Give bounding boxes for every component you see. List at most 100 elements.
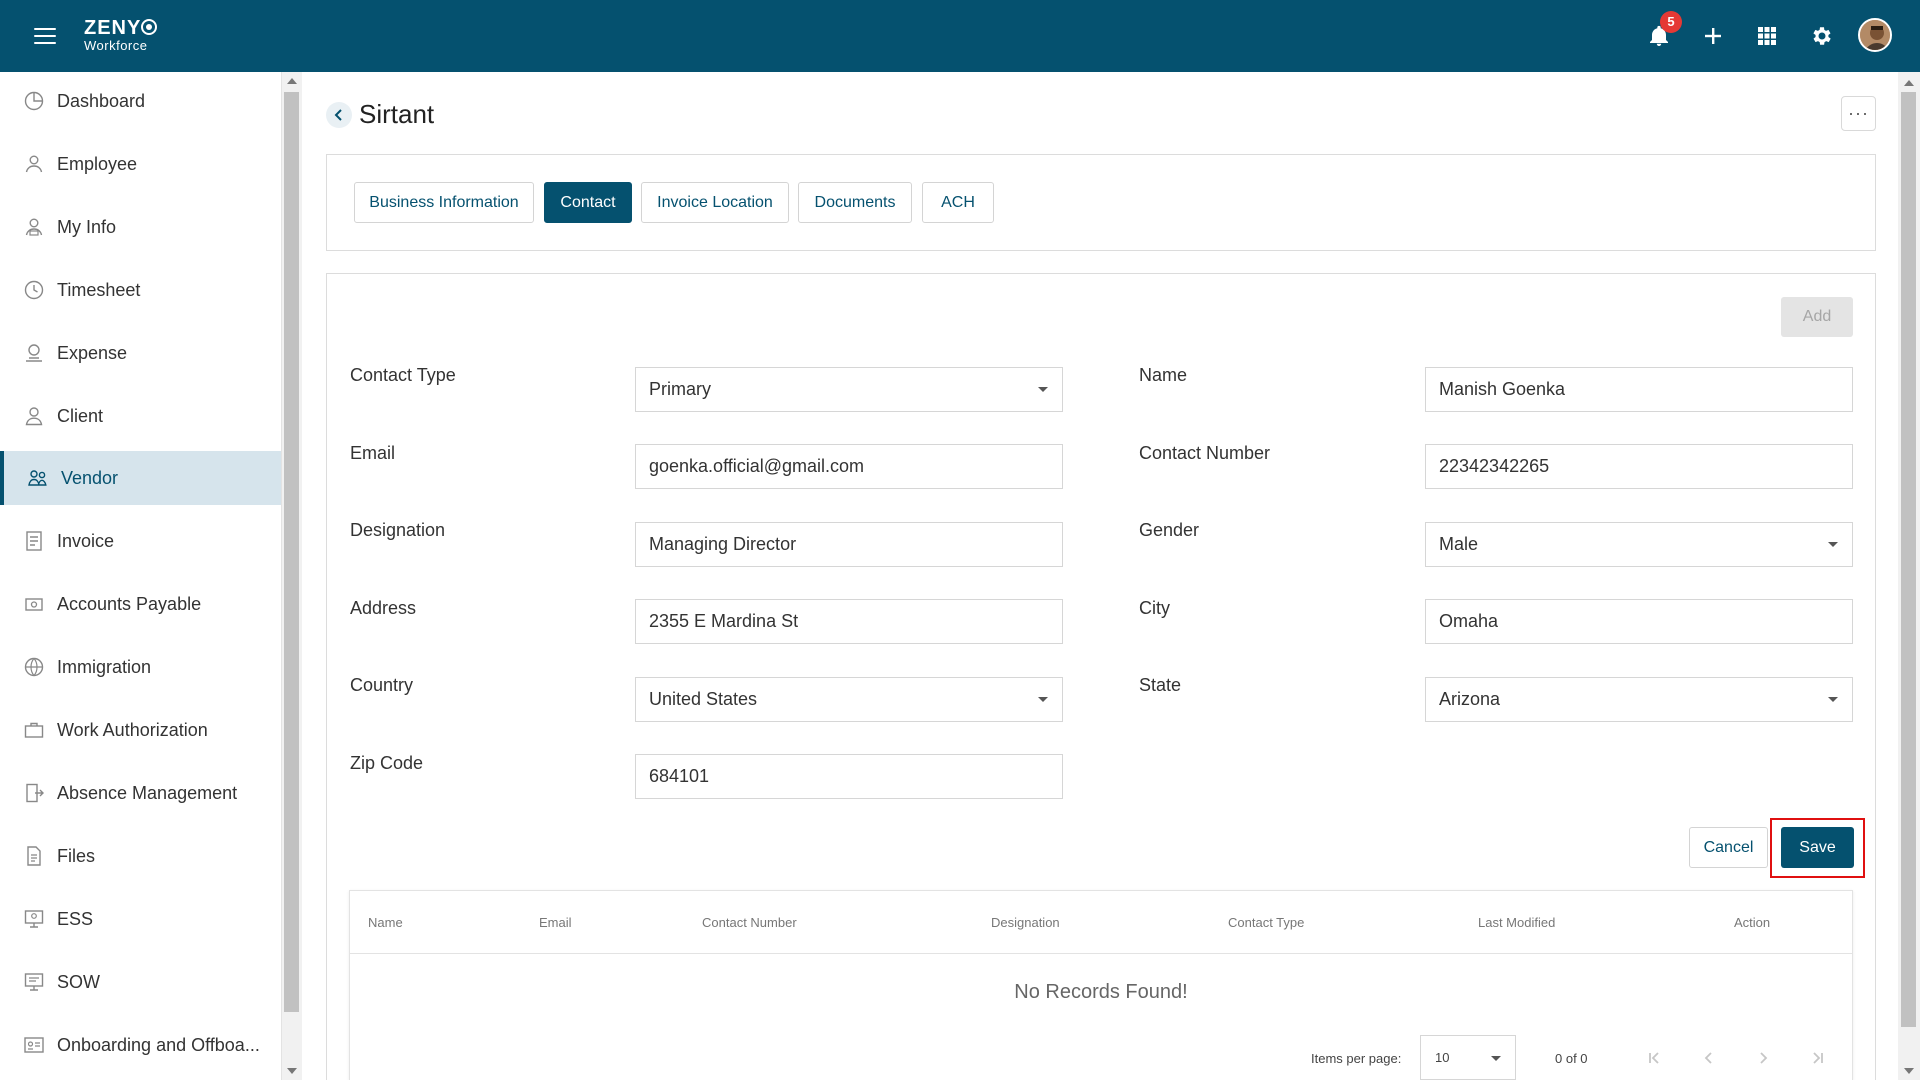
sidebar-item-sow[interactable]: SOW xyxy=(0,955,281,1009)
sidebar-item-vendor[interactable]: Vendor xyxy=(0,451,281,505)
contact-number-label: Contact Number xyxy=(1139,443,1271,463)
sidebar-item-label: My Info xyxy=(57,216,117,237)
top-bar: ZENY Workforce 5 xyxy=(0,0,1920,72)
globe-icon xyxy=(22,655,46,679)
sidebar-item-dashboard[interactable]: Dashboard xyxy=(0,74,281,128)
sidebar-item-label: Work Authorization xyxy=(57,719,208,740)
name-value: Manish Goenka xyxy=(1439,379,1566,399)
address-input[interactable]: 2355 E Mardina St xyxy=(635,599,1063,644)
sidebar-item-label: Absence Management xyxy=(57,782,238,803)
column-header-designation[interactable]: Designation xyxy=(991,915,1060,930)
sidebar-item-timesheet[interactable]: Timesheet xyxy=(0,263,281,317)
sidebar-item-ess[interactable]: ESS xyxy=(0,892,281,946)
gender-select[interactable]: Male xyxy=(1425,522,1853,567)
sidebar-item-invoice[interactable]: Invoice xyxy=(0,514,281,568)
sidebar-item-work-authorization[interactable]: Work Authorization xyxy=(0,703,281,757)
tab-invoice-location[interactable]: Invoice Location xyxy=(641,182,789,223)
file-icon xyxy=(22,844,46,868)
sidebar-item-employee[interactable]: Employee xyxy=(0,137,281,191)
gear-icon[interactable] xyxy=(1807,22,1835,50)
next-page-icon[interactable] xyxy=(1751,1046,1775,1070)
add-button[interactable]: Add xyxy=(1781,297,1853,337)
tab-ach[interactable]: ACH xyxy=(922,182,994,223)
city-label: City xyxy=(1139,598,1170,618)
scroll-down-arrow[interactable] xyxy=(1904,1068,1914,1074)
chevron-down-icon xyxy=(1828,542,1838,547)
sidebar-item-expense[interactable]: Expense xyxy=(0,326,281,380)
name-label: Name xyxy=(1139,365,1188,385)
sidebar-item-label: Employee xyxy=(57,153,138,174)
sidebar-item-label: ESS xyxy=(57,908,94,929)
sidebar-item-immigration[interactable]: Immigration xyxy=(0,640,281,694)
items-per-page-label: Items per page: xyxy=(1311,1051,1402,1066)
column-header-name[interactable]: Name xyxy=(368,915,403,930)
tab-business-information[interactable]: Business Information xyxy=(354,182,534,223)
avatar[interactable] xyxy=(1858,18,1892,52)
designation-value: Managing Director xyxy=(649,534,797,554)
page-title: Sirtant xyxy=(359,99,435,129)
pagination-range: 0 of 0 xyxy=(1555,1051,1588,1066)
sidebar-scroll-thumb[interactable] xyxy=(284,92,299,1012)
brand-logo[interactable]: ZENY Workforce xyxy=(84,18,158,52)
scroll-down-arrow[interactable] xyxy=(287,1068,297,1074)
items-per-page-select[interactable]: 10 xyxy=(1420,1035,1516,1080)
cancel-button[interactable]: Cancel xyxy=(1689,827,1768,868)
scroll-up-arrow[interactable] xyxy=(287,78,297,84)
first-page-icon[interactable] xyxy=(1642,1046,1666,1070)
chevron-left-icon xyxy=(334,109,342,121)
city-input[interactable]: Omaha xyxy=(1425,599,1853,644)
save-button[interactable]: Save xyxy=(1781,827,1854,868)
address-value: 2355 E Mardina St xyxy=(649,611,799,631)
sidebar-item-label: Accounts Payable xyxy=(57,593,202,614)
gender-label: Gender xyxy=(1139,520,1200,540)
plus-icon[interactable] xyxy=(1699,22,1727,50)
header-divider xyxy=(350,953,1852,954)
tab-documents[interactable]: Documents xyxy=(798,182,912,223)
column-header-email[interactable]: Email xyxy=(539,915,572,930)
sidebar-item-label: Onboarding and Offboa... xyxy=(57,1034,260,1055)
page-scroll-thumb[interactable] xyxy=(1901,92,1916,1027)
tab-contact[interactable]: Contact xyxy=(544,182,632,223)
country-select[interactable]: United States xyxy=(635,677,1063,722)
sidebar-scrollbar[interactable] xyxy=(282,72,302,1080)
employee-icon xyxy=(22,152,46,176)
prev-page-icon[interactable] xyxy=(1697,1046,1721,1070)
contact-number-input[interactable]: 22342342265 xyxy=(1425,444,1853,489)
sidebar-item-label: Client xyxy=(57,405,104,426)
email-label: Email xyxy=(350,443,396,463)
sidebar-item-my-info[interactable]: My Info xyxy=(0,200,281,254)
sidebar-item-absence-management[interactable]: Absence Management xyxy=(0,766,281,820)
more-options-button[interactable]: ··· xyxy=(1841,96,1876,131)
chevron-down-icon xyxy=(1038,387,1048,392)
column-header-contact-number[interactable]: Contact Number xyxy=(702,915,797,930)
designation-input[interactable]: Managing Director xyxy=(635,522,1063,567)
briefcase-icon xyxy=(22,718,46,742)
menu-icon[interactable] xyxy=(34,28,56,44)
sidebar-item-label: Invoice xyxy=(57,530,115,551)
apps-grid-icon[interactable] xyxy=(1753,22,1781,50)
chevron-down-icon xyxy=(1038,697,1048,702)
sidebar-item-label: SOW xyxy=(57,971,100,992)
back-button[interactable] xyxy=(326,102,352,128)
sidebar-item-files[interactable]: Files xyxy=(0,829,281,883)
sidebar-item-onboarding-and-offboa[interactable]: Onboarding and Offboa... xyxy=(0,1018,281,1072)
empty-state-text: No Records Found! xyxy=(1014,981,1188,1003)
contact-number-value: 22342342265 xyxy=(1439,456,1550,476)
sidebar-item-client[interactable]: Client xyxy=(0,389,281,443)
page-scrollbar[interactable] xyxy=(1898,72,1920,1080)
state-select[interactable]: Arizona xyxy=(1425,677,1853,722)
column-header-last-modified[interactable]: Last Modified xyxy=(1478,915,1555,930)
sidebar-item-label: Vendor xyxy=(61,467,119,488)
scroll-up-arrow[interactable] xyxy=(1904,80,1914,86)
sidebar-item-label: Dashboard xyxy=(57,90,146,111)
name-input[interactable]: Manish Goenka xyxy=(1425,367,1853,412)
column-header-contact-type[interactable]: Contact Type xyxy=(1228,915,1304,930)
last-page-icon[interactable] xyxy=(1806,1046,1830,1070)
sidebar-item-accounts-payable[interactable]: Accounts Payable xyxy=(0,577,281,631)
ess-icon xyxy=(22,907,46,931)
invoice-icon xyxy=(22,529,46,553)
sidebar-item-label: Immigration xyxy=(57,656,152,677)
zip-code-input[interactable]: 684101 xyxy=(635,754,1063,799)
contact-type-select[interactable]: Primary xyxy=(635,367,1063,412)
email-input[interactable]: goenka.official@gmail.com xyxy=(635,444,1063,489)
